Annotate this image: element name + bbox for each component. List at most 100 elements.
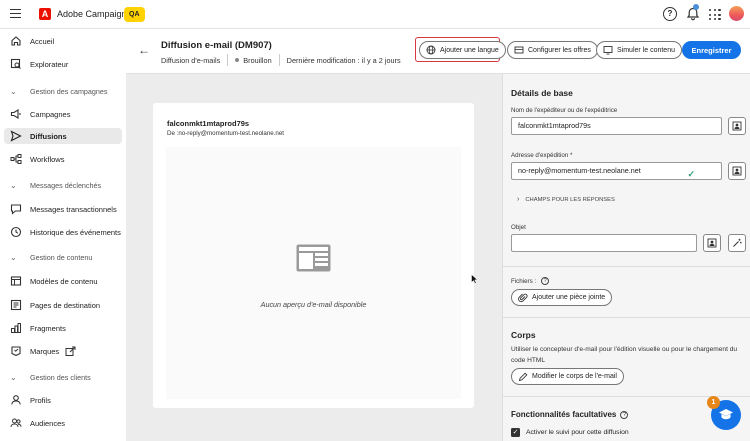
nav-item-audiences[interactable]: Audiences [10,415,124,431]
delivery-type: Diffusion d'e-mails [161,55,221,65]
simulate-content-label: Simuler le contenu [617,46,675,54]
personalization-button[interactable] [728,162,746,180]
nav-item-label: Modèles de contenu [30,276,98,286]
edit-email-body-button[interactable]: Modifier le corps de l'e-mail [511,368,624,385]
notification-count-badge: 1 [707,396,720,409]
ai-assistant-button[interactable] [728,234,746,252]
add-language-button[interactable]: Ajouter une langue [419,41,506,59]
simulate-content-button[interactable]: Simuler le contenu [596,41,682,59]
landing-page-icon [10,299,22,311]
nav-item-pages-destination[interactable]: Pages de destination [10,297,124,313]
mouse-cursor-icon [471,274,479,284]
preview-body: Aucun aperçu d'e-mail disponible [166,147,461,399]
info-icon[interactable]: ? [541,277,550,285]
edit-email-body-label: Modifier le corps de l'e-mail [532,373,617,380]
status-dot-icon [235,58,240,62]
nav-item-profils[interactable]: Profils [10,392,124,408]
nav-section-client-management[interactable]: ⌄ Gestion des clients [10,370,91,384]
history-icon [10,226,22,238]
magic-wand-icon [733,238,742,247]
external-link-icon[interactable] [65,346,76,357]
tracking-label: Activer le suivi pour cette diffusion [526,429,629,436]
save-button[interactable]: Enregistrer [682,41,741,59]
nav-item-label: Accueil [30,36,55,46]
main-content: ← Diffusion e-mail (DM907) Diffusion d'e… [126,29,750,441]
sender-name-label: Nom de l'expéditeur ou de l'expéditrice [511,107,618,114]
graduation-cap-icon [719,409,733,420]
chevron-down-icon: ⌄ [10,86,17,96]
nav-item-label: Pages de destination [30,300,101,310]
last-modified: Dernière modification : il y a 2 jours [286,55,401,65]
nav-section-triggered-messages[interactable]: ⌄ Messages déclenchés [10,178,101,192]
tracking-checkbox[interactable]: ✓ [511,428,520,437]
reply-fields-label: CHAMPS POUR LES RÉPONSES [525,196,615,203]
nav-item-diffusions[interactable]: Diffusions [4,128,122,144]
adobe-logo-icon: A [39,8,51,20]
paperclip-icon [518,293,528,303]
personalization-icon [732,166,742,176]
home-icon [10,35,22,47]
chevron-right-icon: › [517,196,520,203]
sender-address-field[interactable]: no-reply@momentum-test.neolane.net ✓ [511,162,722,180]
add-attachment-label: Ajouter une pièce jointe [532,294,606,301]
audience-icon [10,417,22,429]
back-arrow-icon[interactable]: ← [138,43,150,57]
nav-item-messages-transactionnels[interactable]: Messages transactionnels [10,201,124,217]
add-language-label: Ajouter une langue [440,46,499,54]
nav-item-historique-evenements[interactable]: Historique des événements [10,224,124,240]
subject-label: Objet [511,224,526,231]
body-description: Utiliser le concepteur d'e-mail pour l'é… [511,346,738,364]
configure-offers-button[interactable]: Configurer les offres [507,41,598,59]
nav-item-campagnes[interactable]: Campagnes [10,106,124,122]
status-badge: Brouillon [243,55,272,65]
body-title: Corps [511,330,536,340]
profile-icon [10,394,22,406]
preview-sender-from: De :no-reply@momentum-test.neolane.net [167,130,285,137]
send-icon [10,130,22,142]
nav-section-content-management[interactable]: ⌄ Gestion de contenu [10,250,92,264]
files-label: Fichiers : ? [511,277,550,285]
reply-fields-toggle[interactable]: › CHAMPS POUR LES RÉPONSES [517,196,615,203]
left-navigation: Accueil Explorateur ⌄ Gestion des campag… [0,29,126,441]
personalization-button[interactable] [703,234,721,252]
notification-dot-icon [693,4,699,10]
valid-check-icon: ✓ [687,169,695,179]
basic-details-title: Détails de base [511,88,573,98]
configure-offers-label: Configurer les offres [528,46,591,54]
tracking-option[interactable]: ✓ Activer le suivi pour cette diffusion [511,428,629,437]
nav-item-label: Audiences [30,418,66,428]
nav-item-modeles-contenu[interactable]: Modèles de contenu [10,273,124,289]
campaign-icon [10,108,22,120]
nav-item-label: Profils [30,395,51,405]
nav-item-fragments[interactable]: Fragments [10,320,124,336]
avatar[interactable] [729,6,744,21]
no-preview-message: Aucun aperçu d'e-mail disponible [260,300,367,309]
add-attachment-button[interactable]: Ajouter une pièce jointe [511,289,613,306]
fragment-icon [10,322,22,334]
nav-section-label: Gestion de contenu [30,252,93,262]
nav-section-campaign-management[interactable]: ⌄ Gestion des campagnes [10,84,108,98]
help-icon[interactable]: ? [663,7,677,21]
nav-item-label: Marques [30,346,60,356]
info-icon[interactable]: ? [620,410,629,419]
nav-item-marques[interactable]: Marques [10,343,124,359]
chevron-down-icon: ⌄ [10,252,17,262]
personalization-icon [707,238,717,248]
chevron-down-icon: ⌄ [10,372,17,382]
nav-item-workflows[interactable]: Workflows [10,151,124,167]
nav-item-accueil[interactable]: Accueil [10,33,124,49]
brand-icon [10,345,22,357]
divider [278,54,280,66]
nav-section-label: Gestion des campagnes [30,86,108,96]
sender-name-field[interactable]: falconmkt1mtaprod79s [511,117,722,135]
subject-field[interactable] [511,234,697,252]
simulate-icon [603,45,613,55]
nav-item-label: Diffusions [30,131,67,141]
nav-item-explorateur[interactable]: Explorateur [10,56,124,72]
divider [227,54,229,66]
environment-badge: QA [124,7,145,22]
personalization-button[interactable] [728,117,746,135]
globe-icon [426,45,436,55]
apps-grid-icon[interactable] [709,9,721,21]
menu-icon[interactable] [10,9,21,19]
